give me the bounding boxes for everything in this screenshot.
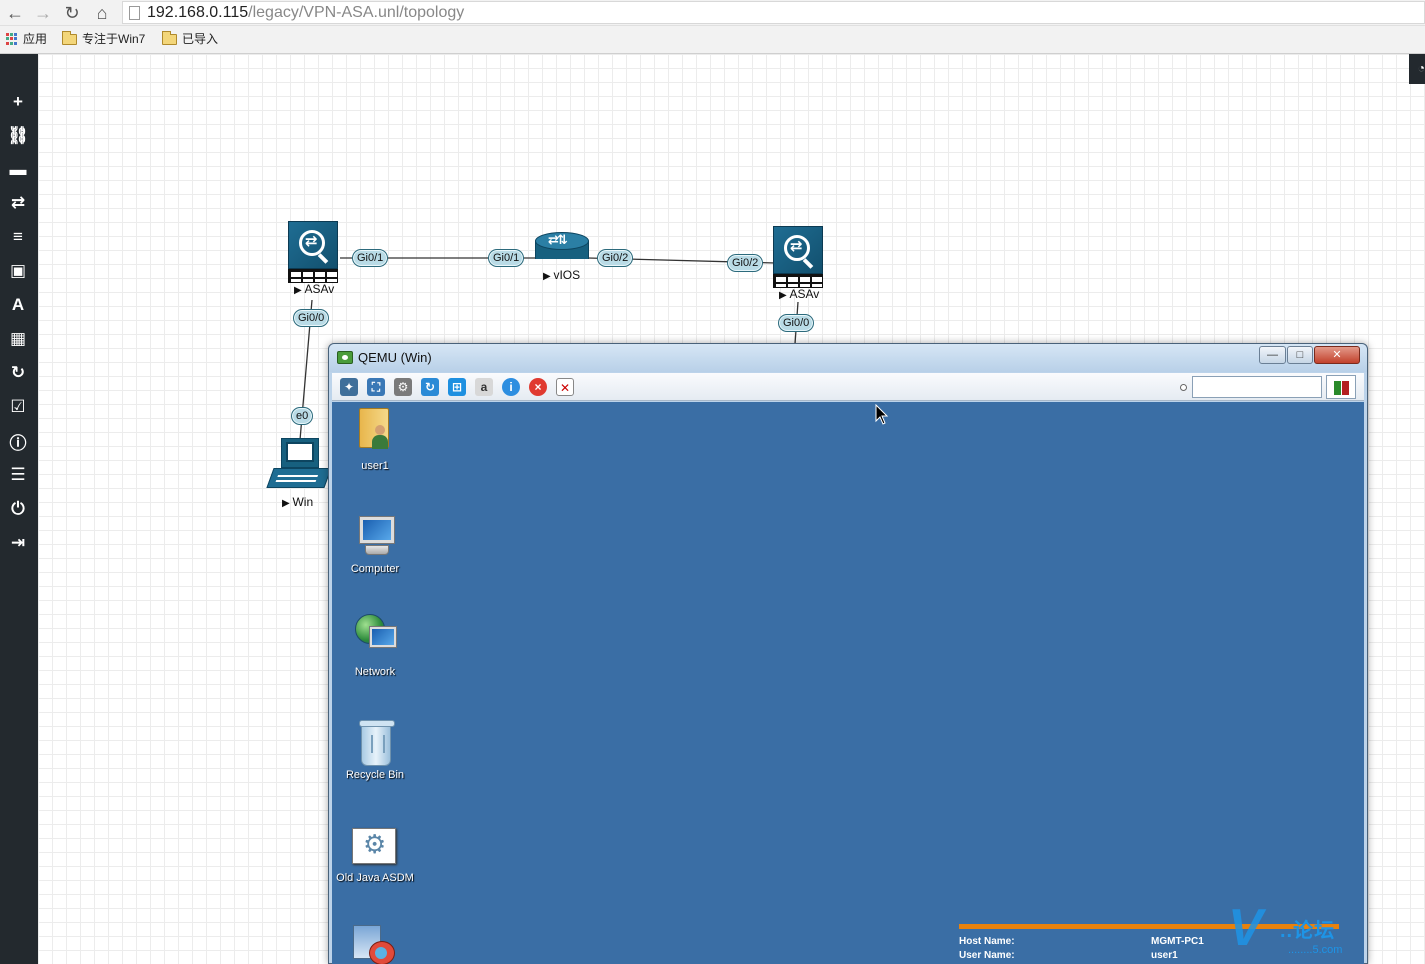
window-titlebar[interactable]: QEMU (Win) — □ ✕ (329, 344, 1367, 372)
keyboard-icon[interactable]: a (475, 378, 493, 396)
vnc-logo-icon[interactable]: ✦ (340, 378, 358, 396)
disconnect-icon[interactable]: × (529, 378, 547, 396)
node-label: ASAv (779, 287, 819, 301)
desktop-icon-label: user1 (361, 460, 389, 472)
node-label: vIOS (543, 268, 580, 282)
remote-desktop[interactable]: user1 Computer Network Recycle Bin Old J… (332, 402, 1364, 964)
desktop-icon-partial[interactable] (335, 925, 415, 964)
shortcut-icon (353, 925, 395, 964)
minimize-button[interactable]: — (1259, 346, 1286, 364)
refresh-icon[interactable]: ↻ (421, 378, 439, 396)
port-label[interactable]: Gi0/2 (727, 254, 764, 272)
port-label[interactable]: Gi0/0 (293, 309, 330, 327)
firewall-icon (773, 226, 825, 288)
qemu-icon (337, 351, 353, 364)
watermark-subtitle: ........5.com (1288, 944, 1343, 956)
asdm-icon (352, 828, 396, 864)
pc-icon (266, 438, 332, 490)
close-session-icon[interactable]: ✕ (556, 378, 574, 396)
node-label: Win (282, 495, 313, 509)
desktop-icon-network[interactable]: Network (335, 614, 415, 684)
network-icon (355, 614, 399, 658)
info-icon[interactable]: i (502, 378, 520, 396)
desktop-icon-computer[interactable]: Computer (335, 516, 415, 586)
bginfo-value: MGMT-PC1 (1151, 936, 1204, 947)
qemu-window: QEMU (Win) — □ ✕ ✦ ⛶ ⚙ ↻ ⊞ a i × ✕ user1… (328, 343, 1368, 964)
router-icon: ⇄⇅ (535, 232, 589, 267)
port-label[interactable]: e0 (291, 407, 314, 425)
status-dot (1180, 384, 1187, 391)
port-label[interactable]: Gi0/1 (488, 249, 525, 267)
desktop-icon-user1[interactable]: user1 (335, 408, 415, 478)
user-folder-icon (359, 408, 389, 449)
watermark-title: ..论坛 (1280, 920, 1336, 942)
recycle-bin-icon (359, 720, 395, 766)
port-label[interactable]: Gi0/2 (597, 249, 634, 267)
close-button[interactable]: ✕ (1314, 346, 1360, 364)
bginfo-value: user1 (1151, 950, 1178, 961)
bginfo-key: Host Name: (959, 936, 1015, 947)
desktop-icon-label: Old Java ASDM (336, 872, 414, 884)
mouse-cursor-icon (875, 404, 889, 426)
desktop-icon-label: Recycle Bin (345, 769, 405, 781)
fullscreen-icon[interactable]: ⛶ (367, 378, 385, 396)
toolbar-input[interactable] (1192, 376, 1322, 398)
computer-icon (355, 516, 399, 560)
port-label[interactable]: Gi0/1 (352, 249, 389, 267)
desktop-icon-label: Computer (350, 563, 400, 575)
desktop-icon-label: Network (354, 666, 396, 678)
desktop-icon-recycle-bin[interactable]: Recycle Bin (335, 720, 415, 792)
vnc-toolbar: ✦ ⛶ ⚙ ↻ ⊞ a i × ✕ (332, 373, 1364, 401)
desktop-icon-asdm[interactable]: Old Java ASDM (335, 828, 415, 898)
bginfo-key: User Name: (959, 950, 1015, 961)
maximize-button[interactable]: □ (1287, 346, 1313, 364)
node-label: ASAv (294, 282, 334, 296)
watermark: V ..论坛 ........5.com (1228, 900, 1425, 964)
color-depth-icon[interactable] (1326, 375, 1356, 399)
port-label[interactable]: Gi0/0 (778, 314, 815, 332)
window-title: QEMU (Win) (358, 350, 432, 365)
watermark-logo: V (1228, 899, 1263, 957)
firewall-icon (288, 221, 340, 283)
gear-icon[interactable]: ⚙ (394, 378, 412, 396)
windows-key-icon[interactable]: ⊞ (448, 378, 466, 396)
